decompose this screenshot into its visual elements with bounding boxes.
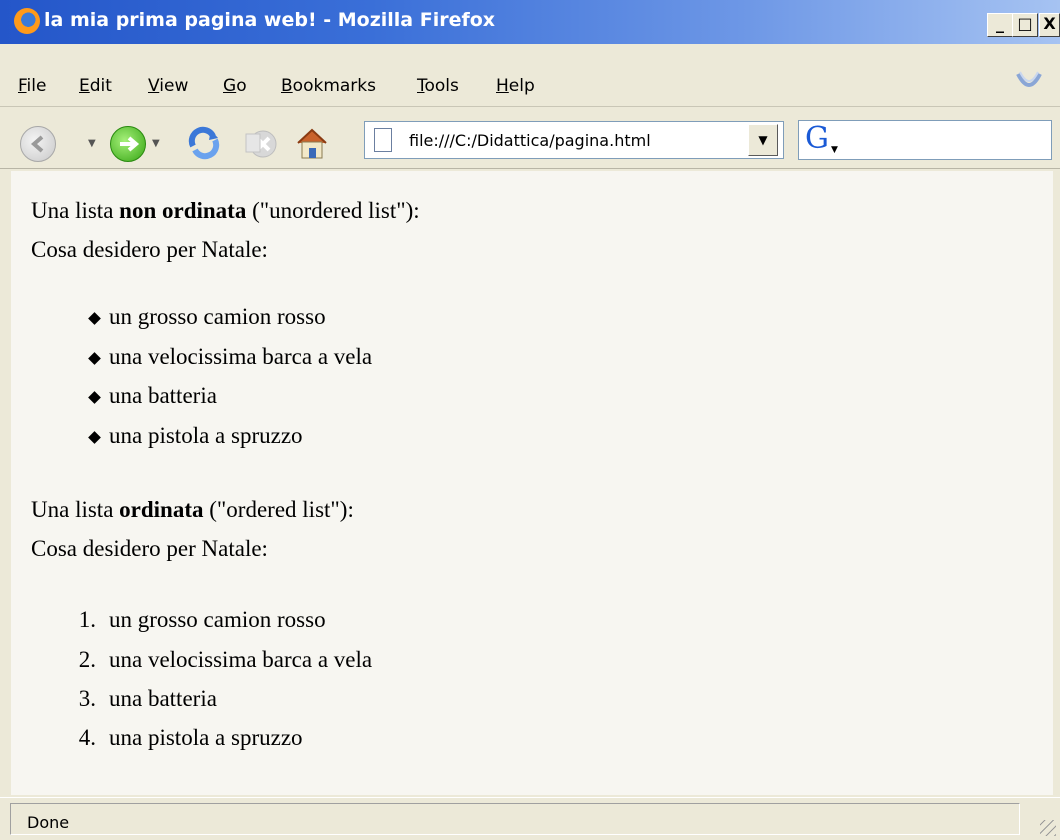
- resize-grip-icon[interactable]: [1040, 820, 1056, 836]
- menu-go[interactable]: Go: [223, 76, 247, 96]
- throbber-icon: [1016, 71, 1042, 87]
- menu-tools[interactable]: Tools: [417, 76, 459, 96]
- address-bar[interactable]: file:///C:/Didattica/pagina.html: [364, 121, 784, 159]
- content-right-border: [1053, 171, 1060, 795]
- browser-window: la mia prima pagina web! - Mozilla Firef…: [0, 0, 1060, 840]
- google-icon[interactable]: G: [805, 124, 829, 154]
- unordered-list-item: un grosso camion rosso: [109, 304, 326, 329]
- forward-icon[interactable]: [110, 126, 146, 162]
- ordered-list-item: un grosso camion rosso: [109, 607, 326, 632]
- back-icon[interactable]: [20, 126, 56, 162]
- menu-edit[interactable]: Edit: [79, 76, 112, 96]
- menu-file[interactable]: File: [18, 76, 46, 96]
- bullet-icon: [88, 391, 101, 404]
- window-title: la mia prima pagina web! - Mozilla Firef…: [44, 9, 496, 31]
- stop-icon[interactable]: [243, 126, 277, 160]
- ordered-list-item: una batteria: [109, 686, 217, 711]
- unordered-list-item: una batteria: [109, 383, 217, 408]
- back-dropdown-icon[interactable]: ▼: [88, 138, 96, 149]
- unordered-list-item: una pistola a spruzzo: [109, 423, 303, 448]
- list-number: 1.: [78, 607, 96, 632]
- status-text: Done: [27, 813, 70, 832]
- firefox-icon: [14, 8, 40, 34]
- search-bar[interactable]: G ▼: [798, 120, 1052, 160]
- status-bar: Done: [0, 797, 1060, 840]
- list-number: 3.: [78, 686, 96, 711]
- ordered-intro: Una lista ordinata ("ordered list"):: [31, 497, 354, 522]
- maximize-button[interactable]: □: [1012, 13, 1038, 37]
- unordered-heading: Cosa desidero per Natale:: [31, 237, 268, 262]
- page-content: Una lista non ordinata ("unordered list"…: [11, 171, 1053, 795]
- home-icon[interactable]: [293, 124, 331, 162]
- search-engine-dropdown-icon[interactable]: ▼: [831, 145, 838, 155]
- close-button[interactable]: X: [1039, 13, 1060, 37]
- content-left-border: [0, 171, 11, 795]
- menu-bookmarks[interactable]: Bookmarks: [281, 76, 376, 96]
- ordered-list-item: una pistola a spruzzo: [109, 725, 303, 750]
- minimize-button[interactable]: _: [987, 13, 1013, 37]
- page-icon: [374, 128, 392, 152]
- unordered-intro: Una lista non ordinata ("unordered list"…: [31, 198, 420, 223]
- list-number: 2.: [78, 647, 96, 672]
- unordered-list-item: una velocissima barca a vela: [109, 344, 373, 369]
- ordered-list-item: una velocissima barca a vela: [109, 647, 373, 672]
- menu-view[interactable]: View: [148, 76, 188, 96]
- list-number: 4.: [78, 725, 96, 750]
- address-dropdown-button[interactable]: ▼: [748, 124, 778, 156]
- address-input[interactable]: file:///C:/Didattica/pagina.html: [409, 131, 651, 150]
- forward-dropdown-icon[interactable]: ▼: [152, 138, 160, 149]
- ordered-heading: Cosa desidero per Natale:: [31, 536, 268, 561]
- bullet-icon: [88, 352, 101, 365]
- status-panel: Done: [10, 803, 1020, 835]
- bullet-icon: [88, 312, 101, 325]
- menu-help[interactable]: Help: [496, 76, 535, 96]
- menu-bar: File Edit View Go Bookmarks Tools Help: [0, 56, 1060, 107]
- title-bar[interactable]: la mia prima pagina web! - Mozilla Firef…: [0, 0, 1060, 44]
- reload-icon[interactable]: [185, 126, 223, 160]
- bullet-icon: [88, 431, 101, 444]
